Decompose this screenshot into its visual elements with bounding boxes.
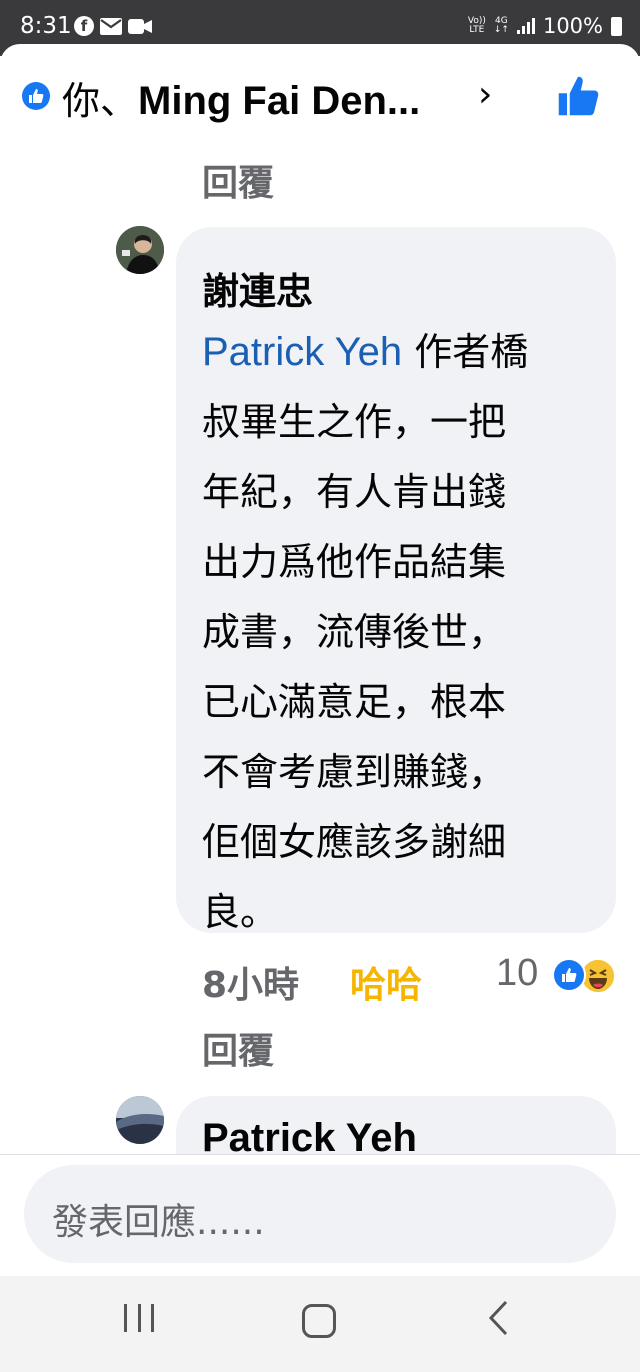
comment-text: Patrick Yeh 作者橋 叔畢生之作，一把 年紀，有人肯出錢 出力爲他作品… (202, 317, 602, 947)
volte-indicator: Vo)) LTE (468, 17, 486, 35)
comment-author[interactable]: 謝連忠 (202, 261, 313, 315)
comment-line: 叔畢生之作，一把 (202, 400, 507, 444)
data-arrows: ↓↑ (493, 25, 509, 35)
previous-reply-button[interactable]: 回覆 (202, 154, 274, 206)
comment-line: 成書，流傳後世， (202, 610, 507, 654)
thumbs-up-icon[interactable] (556, 74, 600, 122)
composer-bar: 發表回應...... (0, 1154, 640, 1277)
like-reaction-icon (22, 82, 50, 110)
comment-author[interactable]: Patrick Yeh (202, 1116, 417, 1154)
comment-line: 良。 (202, 890, 279, 934)
recent-apps-icon[interactable] (124, 1304, 154, 1334)
comment-line: Patrick Yeh 作者橋 (202, 317, 602, 387)
reply-button[interactable]: 回覆 (202, 1022, 274, 1074)
comment-line: 年紀，有人肯出錢 (202, 470, 507, 514)
comment-line: 出力爲他作品結集 (202, 540, 507, 584)
comment-line-text: 作者橋 (402, 330, 529, 374)
home-icon[interactable] (302, 1304, 336, 1338)
comment-line: 已心滿意足，根本 (202, 680, 507, 724)
reactors-name: Ming Fai Den... (138, 79, 421, 123)
status-right: Vo)) LTE 4G ↓↑ 100% (468, 14, 622, 38)
mail-notification-icon (100, 17, 122, 35)
chevron-right-icon[interactable]: › (478, 74, 492, 115)
volte-bottom: LTE (469, 25, 485, 35)
comment-input-placeholder: 發表回應...... (52, 1202, 265, 1243)
status-time: 8:31 (20, 13, 72, 39)
video-notification-icon (128, 18, 152, 34)
avatar[interactable] (116, 226, 164, 274)
comment-bubble[interactable]: Patrick Yeh (176, 1096, 616, 1154)
battery-icon (611, 16, 622, 36)
system-nav-bar (0, 1276, 640, 1372)
comment-line: 不會考慮到賺錢， (202, 750, 507, 794)
comment-line: 佢個女應該多謝細 (202, 820, 507, 864)
data-indicator: 4G ↓↑ (494, 17, 509, 35)
avatar[interactable] (116, 1096, 164, 1144)
reactions-header[interactable]: 你、Ming Fai Den... › (0, 44, 640, 144)
comment-bubble[interactable]: 謝連忠 Patrick Yeh 作者橋 叔畢生之作，一把 年紀，有人肯出錢 出力… (176, 227, 616, 934)
reactors-summary[interactable]: 你、Ming Fai Den... (62, 70, 420, 125)
battery-percent: 100% (542, 14, 603, 38)
haha-reaction-button[interactable]: 哈哈 (350, 956, 422, 1008)
like-icon[interactable] (552, 958, 586, 992)
mention-link[interactable]: Patrick Yeh (202, 330, 402, 374)
back-icon[interactable] (486, 1298, 510, 1342)
comments-sheet: 你、Ming Fai Den... › 回覆 謝連忠 Patrick Yeh 作… (0, 44, 640, 1154)
facebook-notification-icon: f (74, 16, 94, 36)
reaction-count[interactable]: 10 (496, 952, 538, 995)
reactors-prefix: 你、 (62, 79, 139, 123)
comment-timestamp[interactable]: 8小時 (202, 956, 299, 1008)
comment-input[interactable]: 發表回應...... (24, 1165, 616, 1263)
notification-icons: f (74, 16, 152, 36)
signal-icon (516, 18, 535, 34)
